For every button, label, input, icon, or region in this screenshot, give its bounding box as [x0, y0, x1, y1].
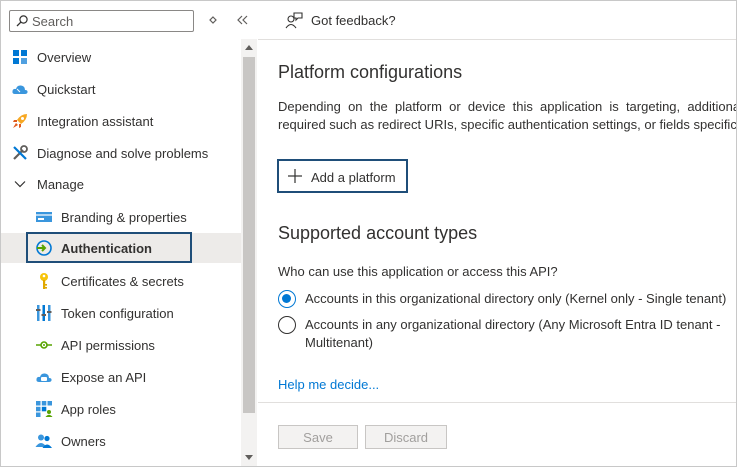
sidebar-item-label: Overview: [37, 50, 92, 65]
filter-diamond-icon[interactable]: [204, 11, 222, 29]
collapse-sidebar-icon[interactable]: [233, 11, 251, 29]
main-content: Got feedback? Platform configurations De…: [258, 1, 737, 466]
supported-account-types-title: Supported account types: [278, 223, 478, 243]
plus-icon: [288, 169, 302, 183]
scroll-down-arrow[interactable]: [245, 455, 253, 460]
help-me-decide-link[interactable]: Help me decide...: [278, 377, 379, 392]
save-button[interactable]: Save: [278, 425, 358, 449]
sidebar-item-token-configuration[interactable]: Token configuration: [1, 298, 241, 328]
rocket-icon: [13, 114, 27, 128]
search-icon: [16, 15, 28, 27]
sidebar-item-label: Manage: [37, 177, 84, 192]
app-roles-grid-icon: [36, 401, 53, 417]
command-bar: Got feedback?: [258, 1, 736, 40]
overview-grid-icon: [13, 50, 27, 64]
sidebar-item-app-roles[interactable]: App roles: [1, 394, 241, 424]
focus-ring: [26, 232, 192, 263]
scroll-up-arrow[interactable]: [245, 45, 253, 50]
footer-bar: Save Discard: [258, 402, 736, 466]
sidebar-item-overview[interactable]: Overview: [1, 42, 241, 72]
radio-label: Accounts in any organizational directory…: [305, 317, 721, 350]
sidebar-item-owners[interactable]: Owners: [1, 426, 241, 456]
radio-button-checked[interactable]: [278, 290, 296, 308]
sidebar-scrollbar[interactable]: [241, 39, 257, 466]
sidebar-item-quickstart[interactable]: Quickstart: [1, 74, 241, 104]
sidebar-item-label: Token configuration: [61, 306, 174, 321]
chevron-down-icon: [14, 181, 26, 188]
branding-card-icon: [36, 212, 52, 222]
sidebar-item-label: Integration assistant: [37, 114, 154, 129]
token-bars-icon: [36, 305, 52, 321]
radio-button[interactable]: [278, 316, 296, 334]
quickstart-cloud-icon: [12, 85, 28, 94]
add-platform-label: Add a platform: [311, 170, 396, 185]
sidebar-group-manage[interactable]: Manage: [1, 169, 241, 199]
radio-label: Accounts in this organizational director…: [305, 291, 727, 306]
platform-description: Depending on the platform or device this…: [278, 99, 737, 132]
search-input[interactable]: [32, 12, 182, 30]
sidebar-item-diagnose[interactable]: Diagnose and solve problems: [1, 138, 241, 168]
expose-api-cloud-icon: [36, 373, 52, 382]
search-box[interactable]: [9, 10, 194, 32]
discard-button[interactable]: Discard: [365, 425, 447, 449]
sidebar-item-label: API permissions: [61, 338, 155, 353]
feedback-person-icon: [285, 12, 303, 29]
sidebar-item-label: Expose an API: [61, 370, 147, 385]
owners-people-icon: [35, 434, 52, 448]
platform-configurations-title: Platform configurations: [278, 62, 463, 82]
account-question: Who can use this application or access t…: [278, 264, 558, 279]
sidebar-item-integration-assistant[interactable]: Integration assistant: [1, 106, 241, 136]
app-window: Overview Quickstart Integration assistan…: [0, 0, 737, 467]
sidebar-item-label: App roles: [61, 402, 116, 417]
api-permissions-icon: [36, 341, 52, 349]
sidebar-item-api-permissions[interactable]: API permissions: [1, 330, 241, 360]
key-icon: [40, 273, 48, 289]
sidebar: Overview Quickstart Integration assistan…: [1, 1, 257, 466]
sidebar-item-expose-api[interactable]: Expose an API: [1, 362, 241, 392]
wrench-icon: [13, 145, 28, 160]
feedback-button[interactable]: Got feedback?: [285, 11, 396, 29]
sidebar-item-label: Owners: [61, 434, 106, 449]
sidebar-item-branding[interactable]: Branding & properties: [1, 202, 241, 232]
add-platform-button[interactable]: Add a platform: [277, 159, 408, 193]
sidebar-item-label: Diagnose and solve problems: [37, 146, 209, 161]
feedback-label: Got feedback?: [311, 12, 396, 28]
sidebar-item-label: Quickstart: [37, 82, 96, 97]
sidebar-item-certificates[interactable]: Certificates & secrets: [1, 266, 241, 296]
sidebar-item-label: Certificates & secrets: [61, 274, 184, 289]
sidebar-item-label: Branding & properties: [61, 210, 187, 225]
scroll-thumb[interactable]: [243, 57, 255, 413]
